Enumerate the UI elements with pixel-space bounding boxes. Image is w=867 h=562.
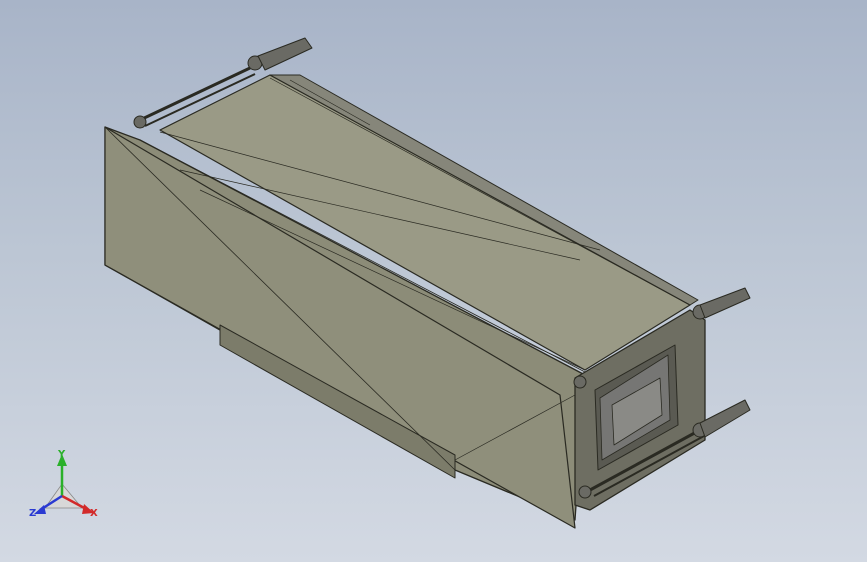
cad-graphics-area[interactable]: Y X Z — [0, 0, 867, 562]
orientation-triad[interactable]: Y X Z — [29, 449, 98, 519]
triad-y-label: Y — [57, 449, 66, 460]
duct-model[interactable] — [104, 37, 751, 529]
triad-x-label: X — [90, 508, 98, 519]
bolt-right-top — [692, 287, 751, 320]
model-view[interactable]: Y X Z — [0, 0, 867, 562]
triad-z-label: Z — [29, 508, 36, 519]
